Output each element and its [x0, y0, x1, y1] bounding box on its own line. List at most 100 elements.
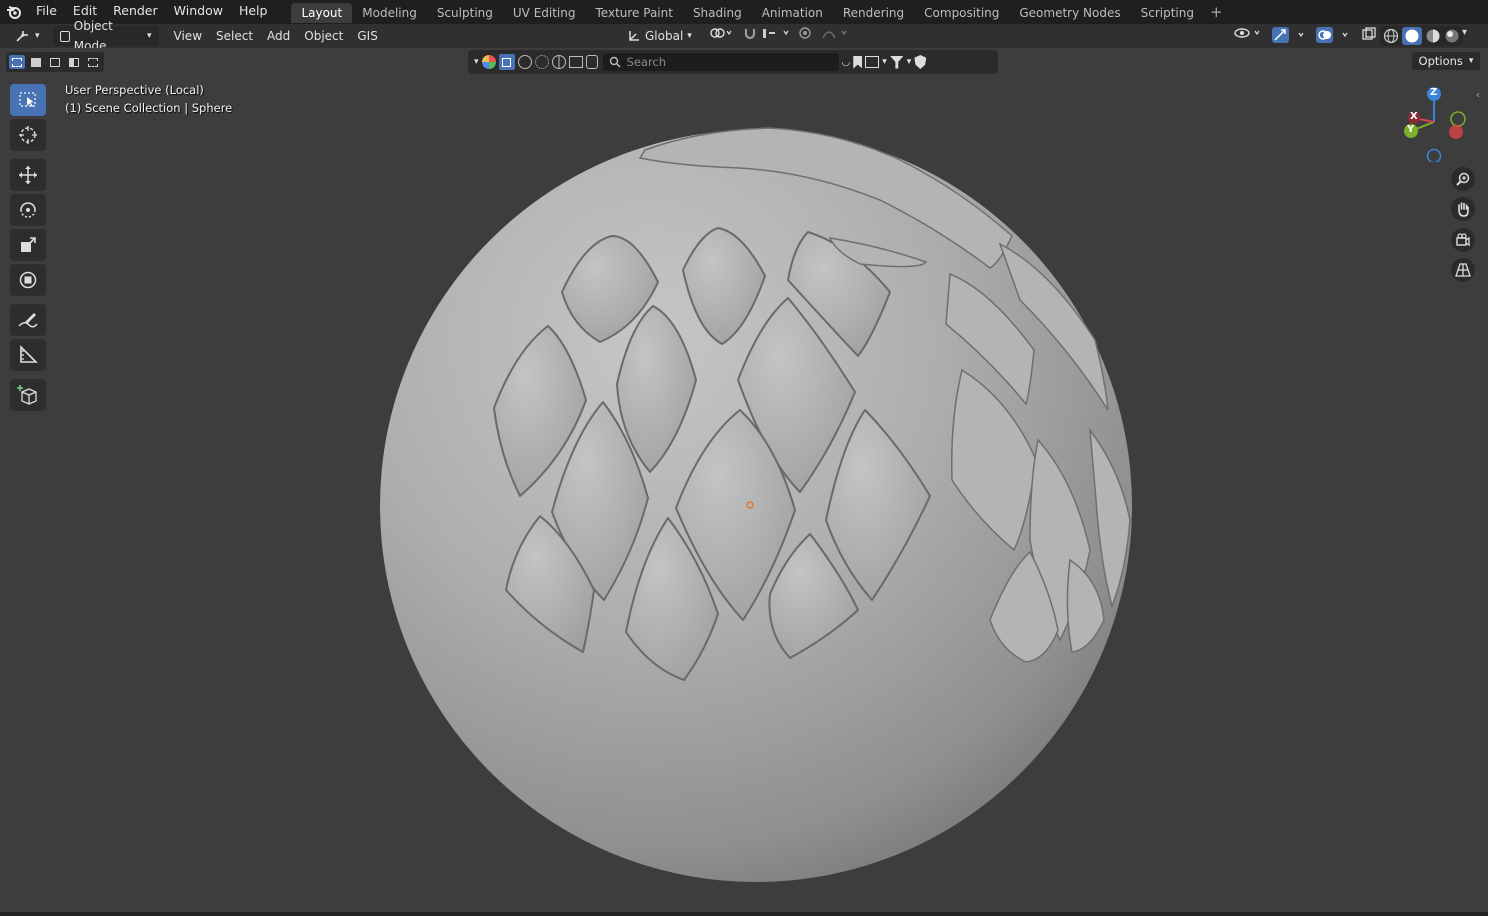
- camera-view-button[interactable]: [1451, 228, 1475, 252]
- menu-object[interactable]: Object: [297, 26, 350, 46]
- tool-scale[interactable]: [10, 229, 46, 261]
- search-placeholder: Search: [626, 55, 667, 69]
- select-mode-buttons: [6, 52, 104, 72]
- menu-select[interactable]: Select: [209, 26, 260, 46]
- add-workspace-icon[interactable]: +: [1204, 3, 1229, 21]
- zoom-icon: [1456, 172, 1470, 186]
- add-cube-icon: [17, 385, 37, 405]
- bookmark-icon[interactable]: [853, 55, 863, 69]
- world-filter-icon[interactable]: [551, 55, 566, 69]
- snap-magnet-icon: [744, 29, 789, 40]
- menu-gis[interactable]: GIS: [350, 26, 384, 46]
- tab-geometry-nodes[interactable]: Geometry Nodes: [1009, 3, 1130, 23]
- shield-icon[interactable]: [914, 55, 927, 69]
- viewport-header: ▾ Object Mode ▾ View Select Add Object G…: [0, 19, 1488, 53]
- orientation-label: Global: [645, 29, 684, 43]
- tab-modeling[interactable]: Modeling: [352, 3, 427, 23]
- snap-toggle[interactable]: [734, 26, 798, 46]
- perspective-toggle-button[interactable]: [1451, 258, 1475, 282]
- blender-logo-icon[interactable]: [0, 0, 28, 24]
- tab-uv-editing[interactable]: UV Editing: [503, 3, 586, 23]
- search-field[interactable]: Search: [602, 53, 839, 71]
- shading-buttons: [1380, 26, 1463, 46]
- move-icon: [19, 166, 37, 184]
- tab-layout[interactable]: Layout: [291, 3, 353, 23]
- xray-icon: [1362, 27, 1376, 40]
- filter-dropdown-icon[interactable]: ▾: [474, 57, 479, 67]
- material-shading-icon[interactable]: [1425, 28, 1441, 44]
- tool-rotate[interactable]: [10, 194, 46, 226]
- tab-rendering[interactable]: Rendering: [833, 3, 914, 23]
- solid-shading-button[interactable]: [1402, 27, 1422, 45]
- options-label: Options: [1418, 54, 1463, 68]
- navigation-gizmo[interactable]: Z Y X: [1396, 82, 1472, 164]
- wireframe-shading-icon[interactable]: [1383, 28, 1399, 44]
- eye-icon: [1234, 28, 1260, 38]
- 3d-viewport[interactable]: ▾ Search ◡ ▾ ▾ Options ▾ User Perspectiv…: [0, 48, 1488, 912]
- tab-scripting[interactable]: Scripting: [1131, 3, 1204, 23]
- tool-move[interactable]: [10, 159, 46, 191]
- display-mode-icon[interactable]: [865, 56, 880, 68]
- hand-icon: [1458, 202, 1469, 217]
- collection-color-icon[interactable]: [481, 55, 496, 69]
- viewport-perspective-label: User Perspective (Local): [65, 83, 204, 97]
- status-bar: [0, 912, 1488, 916]
- zoom-button[interactable]: [1451, 167, 1475, 191]
- transform-orientation-icon: [629, 31, 639, 41]
- match-case-icon[interactable]: ◡: [842, 57, 851, 68]
- pivot-icon: [710, 28, 732, 38]
- tool-measure[interactable]: [10, 339, 46, 371]
- tool-add-cube[interactable]: [10, 379, 46, 411]
- menu-view[interactable]: View: [167, 26, 209, 46]
- tool-select-box[interactable]: [10, 84, 46, 116]
- measure-icon: [20, 345, 38, 363]
- pan-button[interactable]: [1451, 197, 1475, 221]
- transform-icon: [19, 271, 37, 289]
- options-dropdown[interactable]: Options ▾: [1412, 52, 1480, 70]
- scale-icon: [21, 237, 36, 252]
- menu-add[interactable]: Add: [260, 26, 297, 46]
- tool-annotate[interactable]: [10, 304, 46, 336]
- object-filter-icon[interactable]: [498, 54, 515, 70]
- rendered-shading-icon[interactable]: [1444, 28, 1460, 44]
- tab-compositing[interactable]: Compositing: [914, 3, 1009, 23]
- camera-filter-icon[interactable]: [568, 56, 583, 68]
- proportional-editing-toggle[interactable]: [790, 26, 860, 46]
- tool-cursor[interactable]: [10, 119, 46, 151]
- tab-texture-paint[interactable]: Texture Paint: [586, 3, 683, 23]
- tool-transform[interactable]: [10, 264, 46, 296]
- mode-dropdown[interactable]: Object Mode ▾: [52, 19, 159, 53]
- sphere-filter-icon[interactable]: [517, 55, 532, 69]
- proportional-edit-icon: [799, 27, 847, 39]
- tab-shading[interactable]: Shading: [683, 3, 752, 23]
- modifier-filter-icon[interactable]: [534, 55, 549, 69]
- select-box-icon: [19, 92, 36, 107]
- rotate-icon: [20, 202, 36, 218]
- tab-sculpting[interactable]: Sculpting: [427, 3, 503, 23]
- object-mode-icon: [59, 30, 70, 42]
- annotate-icon: [18, 313, 38, 328]
- viewport-collection-label: (1) Scene Collection | Sphere: [65, 101, 233, 115]
- overlays-toggle[interactable]: [1306, 26, 1360, 46]
- menu-file[interactable]: File: [28, 0, 65, 24]
- filter-icon[interactable]: [889, 55, 904, 69]
- menu-window[interactable]: Window: [166, 0, 231, 24]
- select-extend-icon[interactable]: [28, 55, 44, 69]
- shading-options-icon[interactable]: ▾: [1462, 27, 1467, 38]
- select-new-icon[interactable]: [9, 55, 25, 69]
- tab-animation[interactable]: Animation: [752, 3, 833, 23]
- overlays-icon: [1316, 27, 1348, 43]
- scene-canvas: [380, 127, 1132, 882]
- light-filter-icon[interactable]: [585, 55, 598, 69]
- select-subtract-icon[interactable]: [47, 55, 63, 69]
- outliner-filter-bar: ▾ Search ◡ ▾ ▾: [468, 50, 998, 74]
- menu-help[interactable]: Help: [231, 0, 276, 24]
- editor-type-dropdown[interactable]: ▾: [8, 26, 47, 46]
- select-intersect-icon[interactable]: [85, 55, 101, 69]
- editor-type-icon: [16, 31, 28, 42]
- gizmo-z-label: Z: [1430, 87, 1438, 98]
- orientation-dropdown[interactable]: Global ▾: [620, 26, 699, 46]
- camera-icon: [1456, 233, 1470, 247]
- sidebar-toggle-icon[interactable]: ‹: [1476, 90, 1480, 101]
- select-invert-icon[interactable]: [66, 55, 82, 69]
